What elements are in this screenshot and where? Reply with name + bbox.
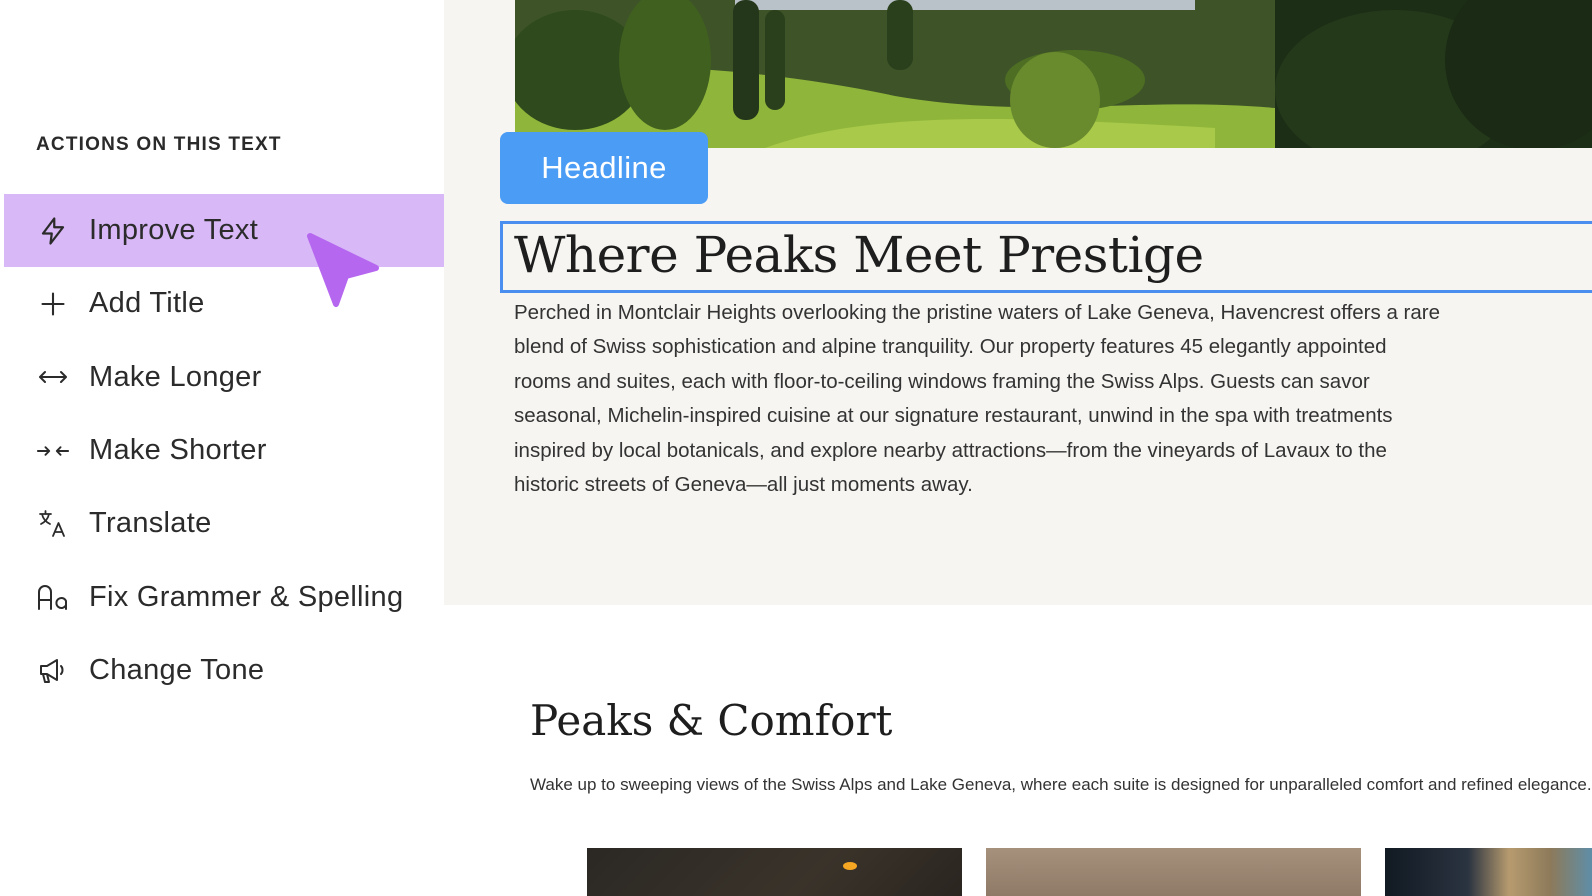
section-title[interactable]: Peaks & Comfort bbox=[530, 696, 892, 745]
fix-grammar-label: Fix Grammer & Spelling bbox=[89, 580, 404, 613]
translate-action[interactable]: Translate bbox=[0, 487, 444, 560]
room-image-3 bbox=[1385, 848, 1592, 896]
make-longer-label: Make Longer bbox=[89, 360, 262, 393]
shrink-arrows-icon bbox=[36, 434, 70, 468]
headline-text[interactable]: Where Peaks Meet Prestige bbox=[514, 226, 1204, 284]
translate-label: Translate bbox=[89, 507, 212, 540]
improve-text-label: Improve Text bbox=[89, 214, 259, 247]
hero-image bbox=[515, 0, 1592, 148]
add-title-label: Add Title bbox=[89, 287, 205, 320]
megaphone-icon bbox=[36, 653, 70, 687]
body-paragraph[interactable]: Perched in Montclair Heights overlooking… bbox=[514, 296, 1444, 502]
make-shorter-label: Make Shorter bbox=[89, 434, 267, 467]
translate-icon bbox=[36, 507, 70, 541]
actions-panel: ACTIONS ON THIS TEXT Improve Text Add Ti… bbox=[0, 0, 444, 896]
section-subtitle[interactable]: Wake up to sweeping views of the Swiss A… bbox=[530, 775, 1592, 795]
room-image-1 bbox=[587, 848, 962, 896]
font-case-icon bbox=[36, 580, 70, 614]
make-longer-action[interactable]: Make Longer bbox=[0, 341, 444, 414]
change-tone-label: Change Tone bbox=[89, 653, 265, 686]
headline-tag[interactable]: Headline bbox=[500, 132, 708, 204]
room-image-2 bbox=[986, 848, 1361, 896]
expand-arrows-icon bbox=[36, 360, 70, 394]
change-tone-action[interactable]: Change Tone bbox=[0, 634, 444, 707]
panel-title: ACTIONS ON THIS TEXT bbox=[36, 134, 282, 155]
fix-grammar-action[interactable]: Fix Grammer & Spelling bbox=[0, 560, 444, 633]
make-shorter-action[interactable]: Make Shorter bbox=[0, 414, 444, 487]
lightning-icon bbox=[36, 214, 70, 248]
cursor-arrow-icon bbox=[306, 232, 382, 308]
plus-icon bbox=[36, 287, 70, 321]
